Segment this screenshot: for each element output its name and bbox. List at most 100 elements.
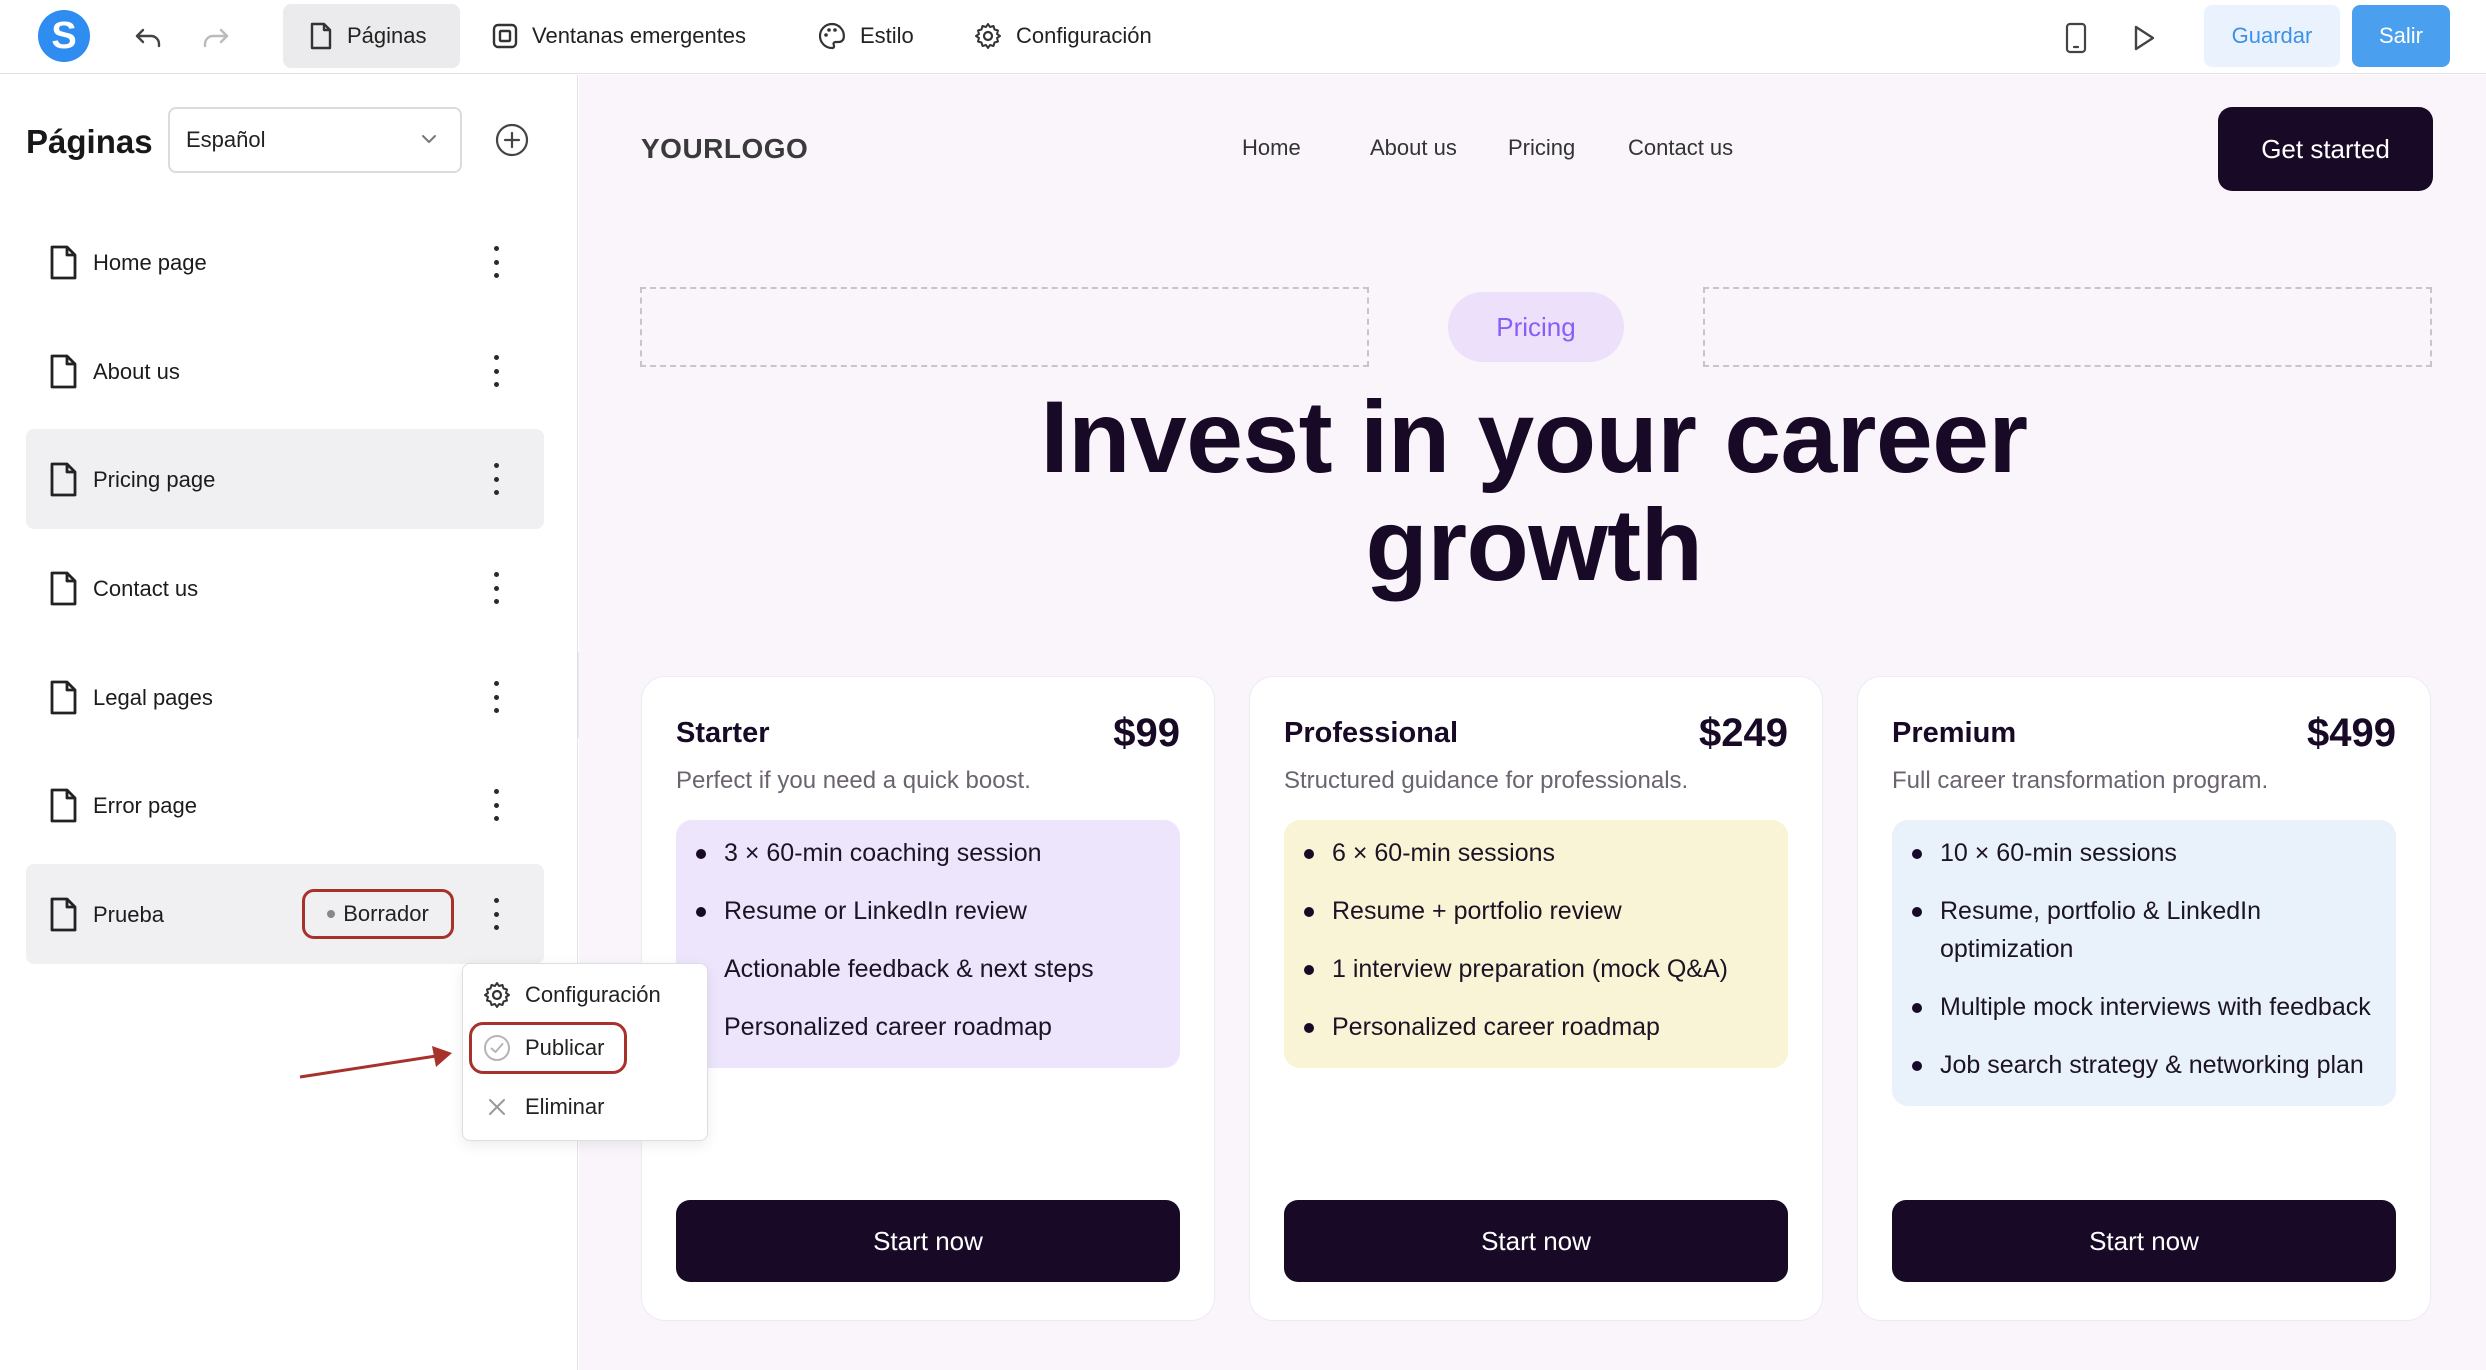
redo-icon[interactable] [196, 18, 236, 58]
empty-placeholder-left[interactable] [640, 287, 1369, 367]
mobile-preview-icon[interactable] [2056, 18, 2096, 58]
site-logo[interactable]: YOURLOGO [641, 133, 808, 165]
plan-features: 3 × 60-min coaching session Resume or Li… [676, 820, 1180, 1068]
undo-icon[interactable] [128, 18, 168, 58]
draft-status-badge: Borrador [302, 889, 454, 939]
start-now-button[interactable]: Start now [1284, 1200, 1788, 1282]
file-icon [50, 245, 77, 280]
page-item-pricing[interactable]: Pricing page [26, 429, 544, 529]
plan-features: 6 × 60-min sessions Resume + portfolio r… [1284, 820, 1788, 1068]
feature-item: Resume + portfolio review [1304, 892, 1768, 930]
plan-card-professional: Professional $249 Structured guidance fo… [1249, 676, 1823, 1321]
file-icon [50, 897, 77, 932]
nav-link-home[interactable]: Home [1242, 135, 1301, 161]
add-page-icon[interactable] [494, 122, 530, 158]
plan-name: Professional [1284, 717, 1459, 749]
plan-description: Full career transformation program. [1892, 767, 2269, 794]
start-now-button[interactable]: Start now [1892, 1200, 2396, 1282]
page-item-prueba[interactable]: Prueba Borrador [26, 864, 544, 964]
more-options-icon[interactable] [488, 898, 504, 930]
save-button[interactable]: Guardar [2204, 5, 2340, 67]
palette-icon [818, 22, 845, 50]
page-item-error[interactable]: Error page [26, 755, 544, 855]
pages-sidebar: Páginas Español Home page About us Prici… [0, 75, 578, 1370]
tab-label: Configuración [1016, 23, 1152, 48]
plan-price: $499 [2307, 711, 2396, 755]
plan-name: Premium [1892, 717, 2017, 749]
sidebar-title: Páginas [26, 123, 153, 160]
page-item-label: Pricing page [93, 467, 216, 492]
check-circle-icon [484, 1035, 510, 1061]
tab-estilo[interactable]: Estilo [792, 4, 940, 68]
draft-badge-label: Borrador [343, 901, 429, 926]
feature-item: Personalized career roadmap [696, 1008, 1160, 1046]
more-options-icon[interactable] [488, 246, 504, 278]
hero-line-1: Invest in your career [1040, 380, 2028, 494]
gear-icon [975, 23, 1001, 49]
feature-item: 3 × 60-min coaching session [696, 834, 1160, 872]
plan-description: Perfect if you need a quick boost. [676, 767, 1031, 794]
hero-title: Invest in your career growth [859, 383, 2209, 599]
close-icon [489, 1099, 505, 1115]
app-logo[interactable]: S [38, 10, 90, 62]
page-preview-canvas: YOURLOGO Home About us Pricing Contact u… [579, 75, 2486, 1370]
status-dot [327, 910, 336, 918]
menu-item-label: Configuración [525, 982, 661, 1007]
page-item-legal[interactable]: Legal pages [26, 647, 544, 747]
plan-price: $99 [1113, 711, 1180, 755]
plan-features: 10 × 60-min sessions Resume, portfolio &… [1892, 820, 2396, 1106]
tab-label: Páginas [347, 23, 427, 48]
more-options-icon[interactable] [488, 355, 504, 387]
feature-item: 6 × 60-min sessions [1304, 834, 1768, 872]
feature-item: 1 interview preparation (mock Q&A) [1304, 950, 1768, 988]
feature-item: Multiple mock interviews with feedback [1912, 988, 2376, 1026]
feature-item: Personalized career roadmap [1304, 1008, 1768, 1046]
chevron-down-icon [422, 135, 436, 143]
more-options-icon[interactable] [488, 789, 504, 821]
hero-line-2: growth [1365, 488, 1703, 602]
empty-placeholder-right[interactable] [1703, 287, 2432, 367]
file-icon [50, 571, 77, 606]
more-options-icon[interactable] [488, 463, 504, 495]
exit-button[interactable]: Salir [2352, 5, 2450, 67]
more-options-icon[interactable] [488, 572, 504, 604]
file-icon [50, 788, 77, 823]
play-icon[interactable] [2124, 18, 2164, 58]
language-select[interactable]: Español [168, 107, 462, 173]
gear-icon [484, 982, 510, 1008]
plan-card-starter: Starter $99 Perfect if you need a quick … [641, 676, 1215, 1321]
page-item-contact[interactable]: Contact us [26, 538, 544, 638]
page-item-label: Contact us [93, 576, 199, 601]
tab-ventanas-emergentes[interactable]: Ventanas emergentes [466, 4, 772, 68]
tab-configuracion[interactable]: Configuración [948, 4, 1178, 68]
menu-item-eliminar[interactable]: Eliminar [483, 1089, 604, 1125]
tab-label: Ventanas emergentes [532, 23, 747, 48]
page-item-home[interactable]: Home page [26, 212, 544, 312]
top-toolbar: S Páginas Ventanas emergentes Estilo Con… [0, 0, 2486, 74]
nav-link-pricing[interactable]: Pricing [1508, 135, 1575, 161]
feature-item: 10 × 60-min sessions [1912, 834, 2376, 872]
file-icon [50, 462, 77, 497]
nav-link-about[interactable]: About us [1370, 135, 1457, 161]
nav-link-contact[interactable]: Contact us [1628, 135, 1733, 161]
file-icon [50, 354, 77, 389]
more-options-icon[interactable] [488, 681, 504, 713]
plan-name: Starter [676, 717, 770, 749]
tab-paginas[interactable]: Páginas [283, 4, 460, 68]
section-pill: Pricing [1448, 292, 1624, 362]
plan-card-premium: Premium $499 Full career transformation … [1857, 676, 2431, 1321]
annotation-arrow-icon [299, 1046, 452, 1079]
page-item-label: Home page [93, 250, 207, 275]
page-item-label: Prueba [93, 902, 164, 927]
page-item-label: Error page [93, 793, 197, 818]
menu-item-configuracion[interactable]: Configuración [483, 977, 661, 1013]
menu-item-publicar[interactable]: Publicar [483, 1030, 604, 1066]
page-item-label: Legal pages [93, 685, 213, 710]
language-value: Español [186, 127, 266, 152]
feature-item: Job search strategy & networking plan [1912, 1046, 2376, 1084]
start-now-button[interactable]: Start now [676, 1200, 1180, 1282]
menu-item-label: Publicar [525, 1035, 605, 1060]
get-started-button[interactable]: Get started [2218, 107, 2433, 191]
page-item-about[interactable]: About us [26, 321, 544, 421]
feature-item: Resume or LinkedIn review [696, 892, 1160, 930]
